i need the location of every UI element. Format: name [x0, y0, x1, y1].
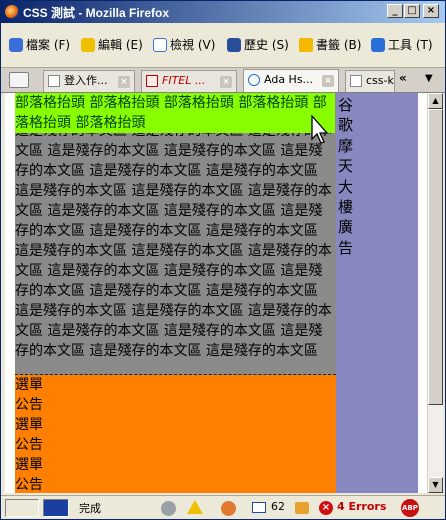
page-viewport: 這是殘存的本文區 這是殘存的本文區 這是殘存的本文區 這是殘存的本文區 這是殘存…	[5, 93, 427, 493]
menu-tools-label: 工具 (T)	[388, 38, 433, 52]
menu-bookmarks-label: 書籤 (B)	[316, 38, 362, 52]
sidebar-ad-text: 谷歌摩天大樓廣告	[338, 96, 354, 257]
error-icon[interactable]: ×	[319, 501, 333, 515]
minimize-button[interactable]: _	[387, 4, 403, 18]
view-icon	[153, 38, 167, 52]
tab-list-chevron-icon[interactable]: ▼	[425, 73, 433, 84]
menu-history[interactable]: 歷史 (S)	[227, 35, 289, 55]
new-tab-button[interactable]	[9, 72, 29, 88]
tab-2-label: FITEL ...	[162, 74, 206, 87]
footer-item: 公告	[15, 437, 43, 453]
footer-item: 選單	[15, 457, 43, 473]
status-bar: 完成 62 × 4 Errors ABP	[1, 495, 445, 519]
face-icon[interactable]	[221, 501, 236, 516]
ie-icon	[248, 74, 260, 86]
status-flag-icon[interactable]	[43, 499, 69, 517]
maximize-button[interactable]: □	[404, 4, 420, 18]
feed-icon[interactable]	[295, 502, 309, 514]
menu-history-label: 歷史 (S)	[244, 38, 289, 52]
clock-icon	[227, 38, 241, 52]
footer-item: 公告	[15, 397, 43, 413]
tab-bar: 登入作... × FITEL ... × Ada Hs... × css-k «…	[1, 68, 445, 93]
close-tab-icon[interactable]: ×	[118, 76, 130, 88]
title-bar[interactable]: CSS 測試 - Mozilla Firefox _ □ ×	[1, 1, 445, 23]
header-text: 部落格抬頭 部落格抬頭 部落格抬頭 部落格抬頭 部落格抬頭 部落格抬頭	[15, 95, 327, 131]
close-tab-icon[interactable]: ×	[220, 76, 232, 88]
status-icon-box[interactable]	[5, 499, 39, 517]
mail-icon[interactable]	[252, 502, 266, 513]
page-body: 這是殘存的本文區 這是殘存的本文區 這是殘存的本文區 這是殘存的本文區 這是殘存…	[15, 93, 418, 493]
close-tab-icon[interactable]: ×	[322, 75, 334, 87]
error-count[interactable]: 4 Errors	[337, 500, 386, 513]
gear-icon	[371, 38, 385, 52]
blog-header: 部落格抬頭 部落格抬頭 部落格抬頭 部落格抬頭 部落格抬頭 部落格抬頭	[15, 93, 335, 133]
tab-4[interactable]: css-k	[345, 70, 395, 92]
status-addon-icon[interactable]	[161, 501, 176, 516]
menu-bar: 檔案 (F) 編輯 (E) 檢視 (V) 歷史 (S) 書籤 (B) 工具 (T…	[1, 23, 445, 68]
close-button[interactable]: ×	[423, 4, 439, 18]
page-icon	[48, 75, 60, 87]
star-icon	[299, 38, 313, 52]
menu-file[interactable]: 檔案 (F)	[9, 35, 70, 55]
mouse-cursor-icon	[311, 115, 329, 144]
mail-count: 62	[271, 500, 285, 513]
menu-edit-label: 編輯 (E)	[98, 38, 143, 52]
tab-2[interactable]: FITEL ... ×	[141, 70, 237, 92]
status-text: 完成	[79, 502, 101, 515]
adblock-icon[interactable]: ABP	[401, 499, 419, 517]
tab-scroll-left[interactable]: «	[399, 71, 407, 85]
tab-3[interactable]: Ada Hs... ×	[243, 69, 339, 92]
page-icon	[146, 75, 158, 87]
browser-window: CSS 測試 - Mozilla Firefox _ □ × 檔案 (F) 編輯…	[0, 0, 446, 520]
footer-item: 公告	[15, 477, 43, 493]
tab-1-label: 登入作...	[64, 74, 108, 87]
footer-item: 選單	[15, 417, 43, 433]
file-icon	[9, 38, 23, 52]
scroll-up-button[interactable]: ▲	[428, 93, 443, 109]
menu-tools[interactable]: 工具 (T)	[371, 35, 433, 55]
menu-view[interactable]: 檢視 (V)	[153, 35, 215, 55]
tab-3-label: Ada Hs...	[264, 73, 314, 86]
footer-menu: 選單 公告 選單 公告 選單 公告	[15, 375, 336, 493]
warning-icon[interactable]	[187, 500, 203, 514]
tab-1[interactable]: 登入作... ×	[43, 70, 135, 92]
main-content: 這是殘存的本文區 這是殘存的本文區 這是殘存的本文區 這是殘存的本文區 這是殘存…	[15, 93, 336, 375]
menu-file-label: 檔案 (F)	[26, 38, 71, 52]
scroll-down-button[interactable]: ▼	[428, 477, 443, 493]
sidebar-ad: 谷歌摩天大樓廣告	[336, 93, 418, 493]
page-icon	[350, 75, 362, 87]
main-text: 這是殘存的本文區 這是殘存的本文區 這是殘存的本文區 這是殘存的本文區 這是殘存…	[15, 123, 332, 359]
window-title: CSS 測試 - Mozilla Firefox	[23, 6, 170, 20]
edit-icon	[81, 38, 95, 52]
vertical-scrollbar[interactable]: ▲ ▼	[427, 93, 443, 493]
scroll-thumb[interactable]	[428, 109, 443, 405]
menu-bookmarks[interactable]: 書籤 (B)	[299, 35, 361, 55]
tab-4-label: css-k	[366, 74, 394, 87]
menu-view-label: 檢視 (V)	[170, 38, 216, 52]
menu-edit[interactable]: 編輯 (E)	[81, 35, 143, 55]
footer-item: 選單	[15, 377, 43, 393]
firefox-icon	[5, 5, 19, 19]
